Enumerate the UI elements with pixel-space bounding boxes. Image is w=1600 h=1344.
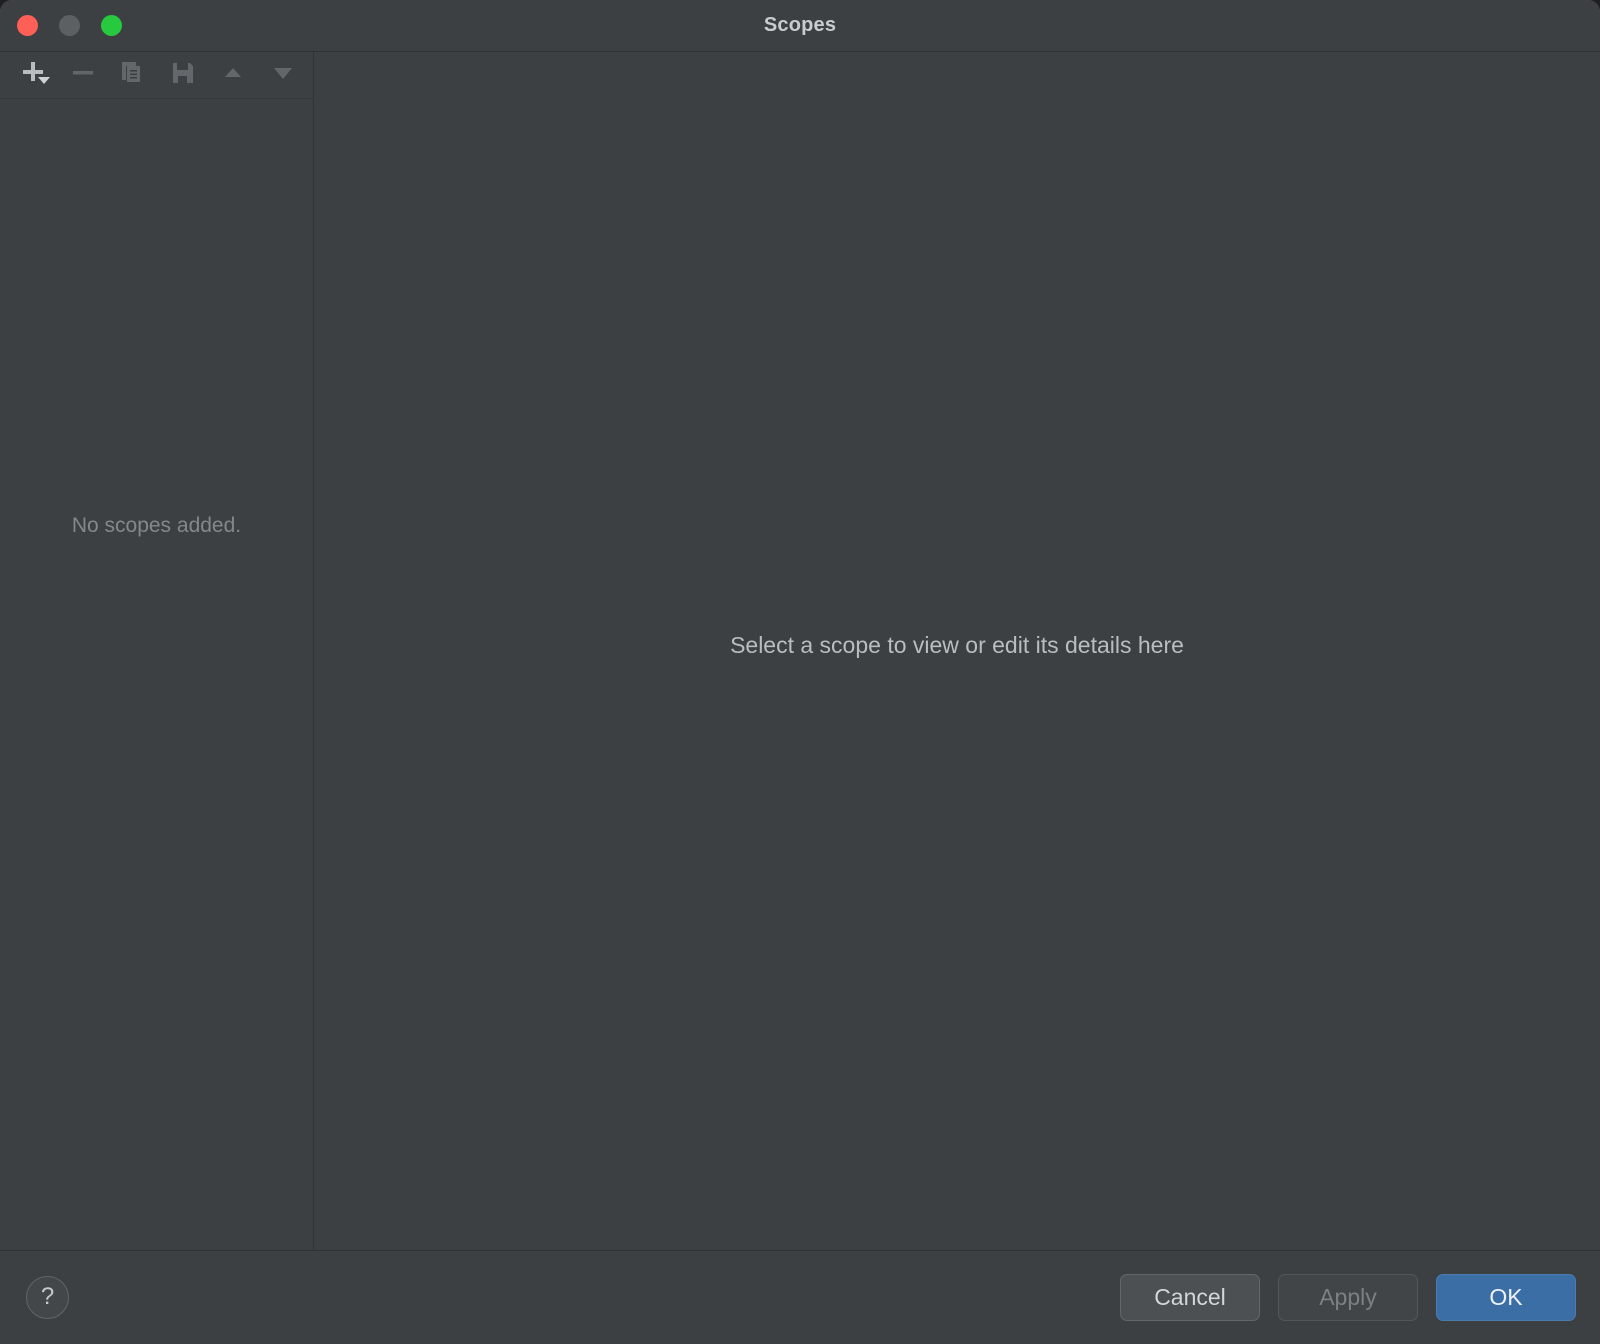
close-window-button[interactable] — [17, 15, 38, 36]
move-up-button[interactable] — [208, 54, 258, 96]
move-down-icon — [268, 60, 298, 91]
apply-button[interactable]: Apply — [1278, 1274, 1418, 1321]
save-scope-button[interactable] — [158, 54, 208, 96]
remove-icon — [69, 59, 97, 92]
cancel-button[interactable]: Cancel — [1120, 1274, 1260, 1321]
scope-details-placeholder: Select a scope to view or edit its detai… — [730, 632, 1184, 658]
chevron-down-icon — [38, 72, 50, 90]
scopes-toolbar — [0, 52, 313, 99]
remove-scope-button[interactable] — [58, 54, 108, 96]
scopes-empty-state: No scopes added. — [0, 99, 313, 1250]
titlebar: Scopes — [0, 0, 1600, 52]
traffic-lights — [17, 15, 122, 36]
scopes-empty-message: No scopes added. — [71, 514, 242, 537]
dialog-body: No scopes added. Select a scope to view … — [0, 52, 1600, 1251]
add-scope-button[interactable] — [8, 54, 58, 96]
scope-details-panel: Select a scope to view or edit its detai… — [314, 52, 1600, 1250]
minimize-window-button[interactable] — [59, 15, 80, 36]
save-icon — [170, 60, 196, 91]
page-title: Scopes — [763, 14, 837, 36]
ok-button[interactable]: OK — [1436, 1274, 1576, 1321]
copy-icon — [120, 60, 146, 91]
dialog-footer: ? Cancel Apply OK — [0, 1251, 1600, 1344]
scopes-list-panel: No scopes added. — [0, 52, 314, 1250]
help-button[interactable]: ? — [26, 1276, 69, 1319]
maximize-window-button[interactable] — [101, 15, 122, 36]
move-up-icon — [220, 60, 246, 91]
move-down-button[interactable] — [258, 54, 308, 96]
duplicate-scope-button[interactable] — [108, 54, 158, 96]
scopes-dialog-window: Scopes No scopes added. Select a scope t… — [0, 0, 1600, 1344]
footer-buttons: Cancel Apply OK — [1120, 1274, 1576, 1321]
